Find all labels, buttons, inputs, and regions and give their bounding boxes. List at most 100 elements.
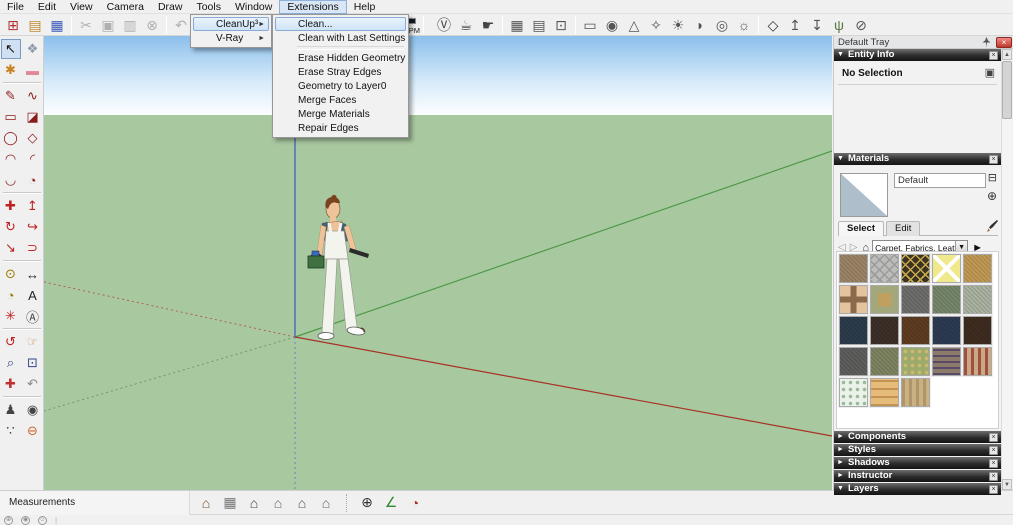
section-close-button[interactable]: ×	[989, 446, 998, 455]
denim-dark-navy[interactable]	[839, 316, 868, 345]
menu-view[interactable]: View	[63, 0, 100, 14]
toolbar-button[interactable]	[71, 16, 72, 34]
carpet-diamond-gold-black[interactable]	[901, 254, 930, 283]
scrollbar-thumb[interactable]	[1002, 61, 1012, 119]
menu-item[interactable]	[297, 46, 404, 50]
vray-fur-button[interactable]: ψ	[828, 15, 850, 35]
fabric-olive[interactable]	[870, 347, 899, 376]
menu-item-clean[interactable]: Clean...	[275, 17, 406, 31]
undo-button[interactable]: ↶	[170, 15, 192, 35]
menu-item-geometry-to-layer0[interactable]: Geometry to Layer0	[275, 79, 406, 93]
follow-me-tool[interactable]: ↪	[23, 217, 43, 237]
menu-item-erase-stray-edges[interactable]: Erase Stray Edges	[275, 65, 406, 79]
new-button[interactable]: ⊞	[2, 15, 24, 35]
scroll-down-icon[interactable]: ▼	[1002, 479, 1012, 490]
rectangle-tool[interactable]: ▭	[1, 107, 21, 127]
fabric-stripes-red-tan[interactable]	[963, 347, 992, 376]
dimension-tool[interactable]: ↔	[23, 264, 43, 284]
vray-asset-editor-button[interactable]: Ⓥ	[433, 15, 455, 35]
create-material-icon[interactable]: ⊕	[987, 189, 997, 203]
north-set-button[interactable]: ∠	[379, 493, 403, 513]
tray-scrollbar[interactable]: ▲ ▼	[1001, 49, 1012, 490]
open-button[interactable]: ▤	[24, 15, 46, 35]
carpet-pattern-gray[interactable]	[870, 254, 899, 283]
line-tool[interactable]: ✎	[1, 86, 21, 106]
three-point-arc-tool[interactable]: ◡	[1, 170, 21, 190]
two-point-arc-tool[interactable]: ◜	[23, 149, 43, 169]
rotated-rectangle-tool[interactable]: ◪	[23, 107, 43, 127]
toolbar-button[interactable]	[575, 16, 576, 34]
menu-camera[interactable]: Camera	[100, 0, 151, 14]
tool-button[interactable]	[3, 260, 41, 262]
menu-draw[interactable]: Draw	[151, 0, 190, 14]
denim-blue[interactable]	[932, 316, 961, 345]
position-camera-tool[interactable]: ♟	[1, 400, 21, 420]
textile-leaf-white-green[interactable]	[839, 378, 868, 407]
toolbar-button[interactable]	[502, 16, 503, 34]
vray-export-proxy-button[interactable]: ↥	[784, 15, 806, 35]
tab-edit[interactable]: Edit	[886, 221, 920, 236]
vray-render-button[interactable]: ☕	[455, 15, 477, 35]
tool-button[interactable]	[3, 192, 41, 194]
protractor-tool[interactable]: ◔	[1, 285, 21, 305]
vray-ies-light-button[interactable]: ✧	[645, 15, 667, 35]
fabric-charcoal[interactable]	[839, 347, 868, 376]
menu-edit[interactable]: Edit	[31, 0, 63, 14]
text-tool[interactable]: A	[23, 285, 43, 305]
textile-grass-weave[interactable]	[901, 378, 930, 407]
circle-tool[interactable]: ◯	[1, 128, 21, 148]
view-front-button[interactable]: ⌂	[242, 493, 266, 513]
freehand-tool[interactable]: ∿	[23, 86, 43, 106]
tab-select[interactable]: Select	[838, 221, 884, 236]
vray-infinite-plane-button[interactable]: ◇	[762, 15, 784, 35]
offset-tool[interactable]: ⊃	[23, 238, 43, 258]
toggle-details-icon[interactable]: ▣	[985, 66, 995, 79]
tool-button[interactable]	[3, 328, 41, 330]
rotate-tool[interactable]: ↻	[1, 217, 21, 237]
vray-fur-remove-button[interactable]: ⊘	[850, 15, 872, 35]
arc-tool[interactable]: ◠	[1, 149, 21, 169]
zoom-extents-tool[interactable]: ✚	[1, 374, 21, 394]
credits-status-icon[interactable]: ◉	[21, 516, 30, 525]
menu-window[interactable]: Window	[228, 0, 279, 14]
look-around-tool[interactable]: ◉	[23, 400, 43, 420]
menu-item-cleanup[interactable]: CleanUp³ ►	[193, 17, 269, 31]
previous-view-tool[interactable]: ↶	[23, 374, 43, 394]
make-component-tool[interactable]: ❖	[23, 39, 43, 59]
menu-file[interactable]: File	[0, 0, 31, 14]
section-instructor[interactable]: ► Instructor ×	[834, 470, 1001, 482]
toolbar-button[interactable]	[166, 16, 167, 34]
north-toggle-button[interactable]: ⊕	[355, 493, 379, 513]
polygon-tool[interactable]: ◇	[23, 128, 43, 148]
tray-close-button[interactable]: ×	[996, 37, 1012, 48]
materials-close-button[interactable]: ×	[989, 155, 998, 164]
scroll-up-icon[interactable]: ▲	[1002, 49, 1012, 60]
select-tool[interactable]: ↖	[1, 39, 21, 59]
vray-spot-light-button[interactable]: △	[623, 15, 645, 35]
vray-mesh-light-button[interactable]: ◎	[711, 15, 733, 35]
section-styles[interactable]: ► Styles ×	[834, 444, 1001, 456]
menu-item-repair-edges[interactable]: Repair Edges	[275, 121, 406, 135]
vray-lock-camera-button[interactable]: ⊡	[550, 15, 572, 35]
view-right-button[interactable]: ⌂	[266, 493, 290, 513]
view-iso-button[interactable]: ⌂	[194, 493, 218, 513]
tape-measure-tool[interactable]: ⊙	[1, 264, 21, 284]
vray-omni-light-button[interactable]: ☀	[667, 15, 689, 35]
carpet-green[interactable]	[932, 285, 961, 314]
blinds-bamboo-tan[interactable]	[870, 378, 899, 407]
model-viewport[interactable]	[44, 36, 832, 490]
secondary-pane-icon[interactable]: ⊟	[988, 171, 997, 184]
fabric-yellow-crisscross[interactable]	[932, 254, 961, 283]
push-pull-tool[interactable]: ↥	[23, 196, 43, 216]
vray-interactive-render-button[interactable]: ☛	[477, 15, 499, 35]
paste-button[interactable]: ▥	[119, 15, 141, 35]
walk-tool[interactable]: ∵	[1, 421, 21, 441]
measurements-box[interactable]: Measurements	[0, 491, 190, 515]
carpet-loop-tan[interactable]	[963, 254, 992, 283]
menu-item-merge-materials[interactable]: Merge Materials	[275, 107, 406, 121]
carpet-quilt-green-tan[interactable]	[870, 285, 899, 314]
threed-text-tool[interactable]: Ⓐ	[23, 306, 43, 326]
copy-button[interactable]: ▣	[97, 15, 119, 35]
save-button[interactable]: ▦	[46, 15, 68, 35]
leather-espresso[interactable]	[870, 316, 899, 345]
